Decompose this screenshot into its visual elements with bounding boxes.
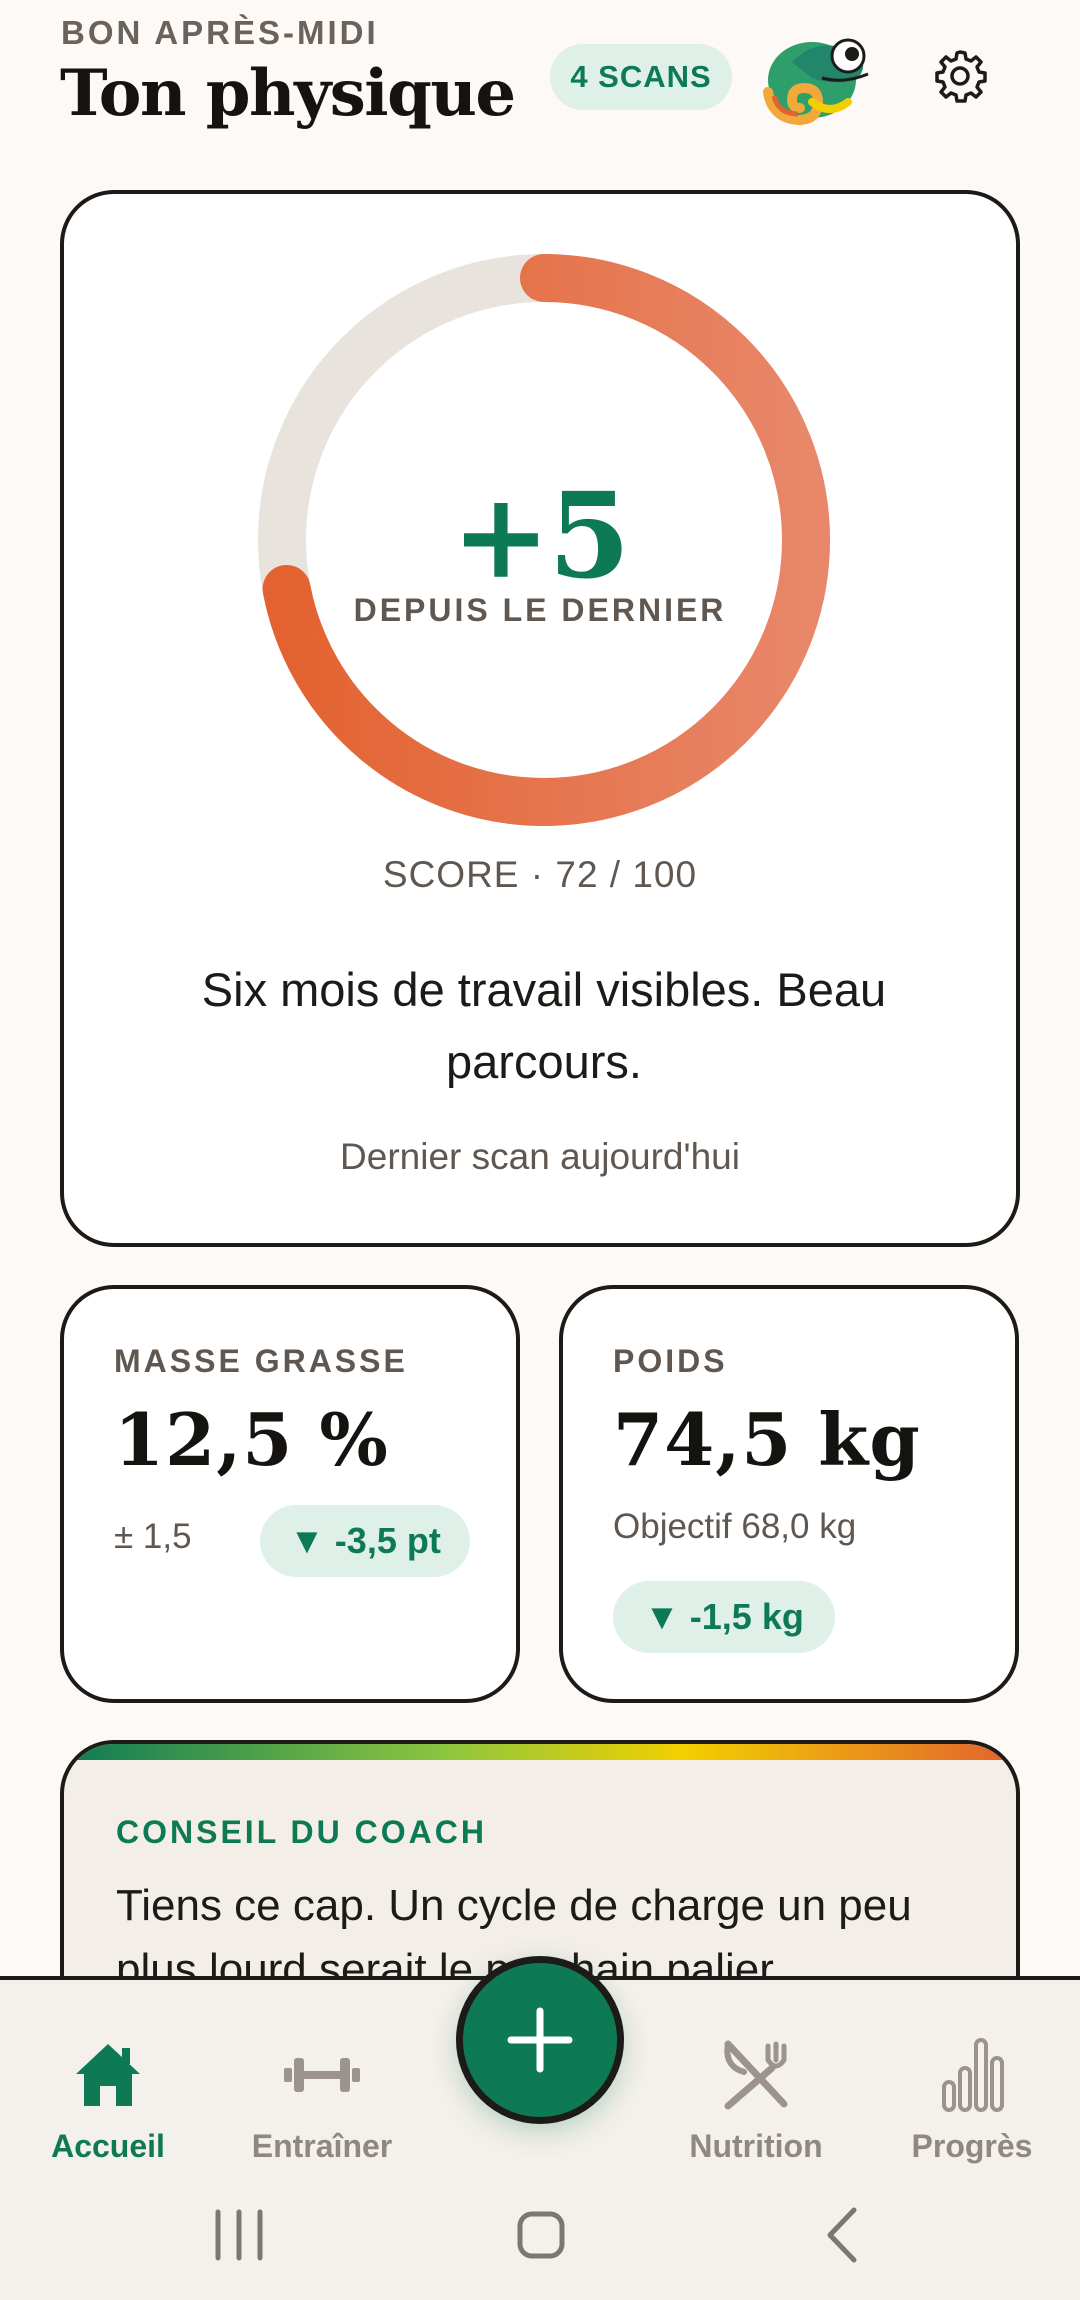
nav-label-entrainer: Entraîner (251, 2128, 393, 2164)
nav-item-progres[interactable]: Progrès (872, 2032, 1072, 2165)
weight-goal: Objectif 68,0 kg (613, 1507, 857, 1546)
recent-apps-icon[interactable] (204, 2200, 274, 2270)
gear-icon[interactable] (928, 44, 992, 108)
weight-value: 74,5 kg (613, 1397, 921, 1482)
weight-card[interactable]: POIDS 74,5 kg Objectif 68,0 kg ▼ -1,5 kg (559, 1285, 1019, 1703)
body-fat-label: MASSE GRASSE (114, 1343, 408, 1379)
weight-label: POIDS (613, 1343, 728, 1379)
system-nav-bar (0, 2190, 1080, 2280)
nav-item-accueil[interactable]: Accueil (8, 2032, 208, 2165)
since-label: DEPUIS LE DERNIER (353, 592, 727, 628)
body-fat-delta-badge: ▼ -3,5 pt (260, 1505, 470, 1577)
nav-item-entrainer[interactable]: Entraîner (222, 2032, 422, 2165)
score-card[interactable]: +5 DEPUIS LE DERNIER SCORE · 72 / 100 Si… (60, 190, 1020, 1247)
body-fat-card[interactable]: MASSE GRASSE 12,5 % ± 1,5 ▼ -3,5 pt (60, 1285, 520, 1703)
add-scan-button[interactable] (456, 1956, 624, 2124)
plus-icon (507, 2007, 573, 2073)
greeting: BON APRÈS-MIDI (61, 14, 379, 51)
dumbbell-icon (284, 2058, 360, 2092)
coach-label: CONSEIL DU COACH (116, 1814, 487, 1850)
fork-knife-icon (724, 2040, 788, 2110)
chameleon-icon[interactable] (752, 22, 874, 132)
page-title: Ton physique (60, 56, 516, 131)
weight-delta-badge: ▼ -1,5 kg (613, 1581, 835, 1653)
last-scan: Dernier scan aujourd'hui (340, 1136, 740, 1177)
nav-label-progres: Progrès (911, 2128, 1033, 2164)
scans-badge[interactable]: 4 SCANS (550, 44, 732, 110)
bar-chart-icon (942, 2038, 1004, 2112)
home-icon (76, 2044, 140, 2106)
body-fat-value: 12,5 % (114, 1397, 389, 1482)
nav-label-accueil: Accueil (51, 2128, 165, 2164)
score-value: SCORE · 72 / 100 (382, 854, 698, 895)
nav-label-nutrition: Nutrition (689, 2128, 823, 2164)
body-fat-uncertainty: ± 1,5 (114, 1517, 192, 1556)
score-delta: +5 (451, 466, 631, 605)
home-button-icon[interactable] (506, 2200, 576, 2270)
score-message: Six mois de travail visibles. Beau parco… (201, 963, 887, 1088)
coach-gradient-bar (64, 1744, 1016, 1760)
nav-item-nutrition[interactable]: Nutrition (656, 2032, 856, 2165)
page: BON APRÈS-MIDI Ton physique 4 SCANS +5 D… (0, 0, 1080, 2300)
back-icon[interactable] (808, 2200, 878, 2270)
